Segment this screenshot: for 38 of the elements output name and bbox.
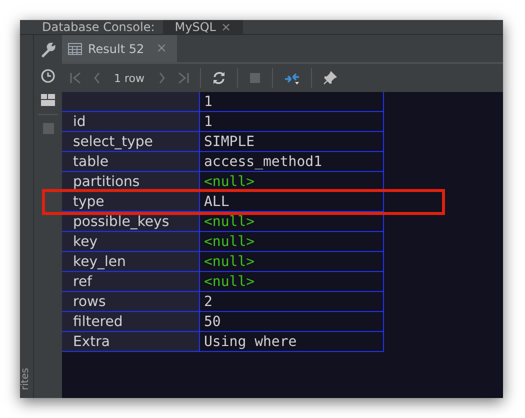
clock-icon[interactable] xyxy=(40,68,56,84)
row-header: id xyxy=(62,112,200,132)
row-count: 1 row xyxy=(114,72,145,84)
last-page-icon[interactable] xyxy=(176,71,189,85)
table-cell: access_method1 xyxy=(200,152,384,172)
row-header: key_len xyxy=(62,252,200,272)
column-header: 1 xyxy=(200,92,384,112)
first-page-icon[interactable] xyxy=(70,71,82,85)
console-label: Database Console: xyxy=(42,20,155,34)
table-cell: 2 xyxy=(200,292,384,312)
row-header: ref xyxy=(62,272,200,292)
table-cell: <null> xyxy=(200,272,384,292)
row-header: filtered xyxy=(62,312,200,332)
refresh-icon[interactable] xyxy=(212,71,226,85)
table-cell: <null> xyxy=(200,252,384,272)
console-tab[interactable]: MySQL × xyxy=(162,20,244,34)
pin-icon[interactable] xyxy=(322,71,337,85)
table-icon xyxy=(68,42,82,54)
row-header: table xyxy=(62,152,200,172)
compare-icon[interactable] xyxy=(284,71,300,85)
previous-icon[interactable] xyxy=(93,71,101,85)
table-cell: SIMPLE xyxy=(200,132,384,152)
close-icon[interactable]: × xyxy=(220,20,232,34)
row-header: rows xyxy=(62,292,200,312)
table-cell: ALL xyxy=(200,192,384,212)
row-header: Extra xyxy=(62,332,200,352)
table-cell: 50 xyxy=(200,312,384,332)
row-header: key xyxy=(62,232,200,252)
table-cell: <null> xyxy=(200,232,384,252)
table-cell: 1 xyxy=(200,112,384,132)
panel-label[interactable]: rites xyxy=(21,368,32,390)
next-icon[interactable] xyxy=(158,71,166,85)
wrench-icon[interactable] xyxy=(40,42,56,58)
result-tab[interactable]: Result 52 × xyxy=(62,35,178,62)
close-icon[interactable]: × xyxy=(156,41,168,56)
table-cell: Using where xyxy=(200,332,384,352)
layout-icon[interactable] xyxy=(41,94,55,106)
row-header: select_type xyxy=(62,132,200,152)
